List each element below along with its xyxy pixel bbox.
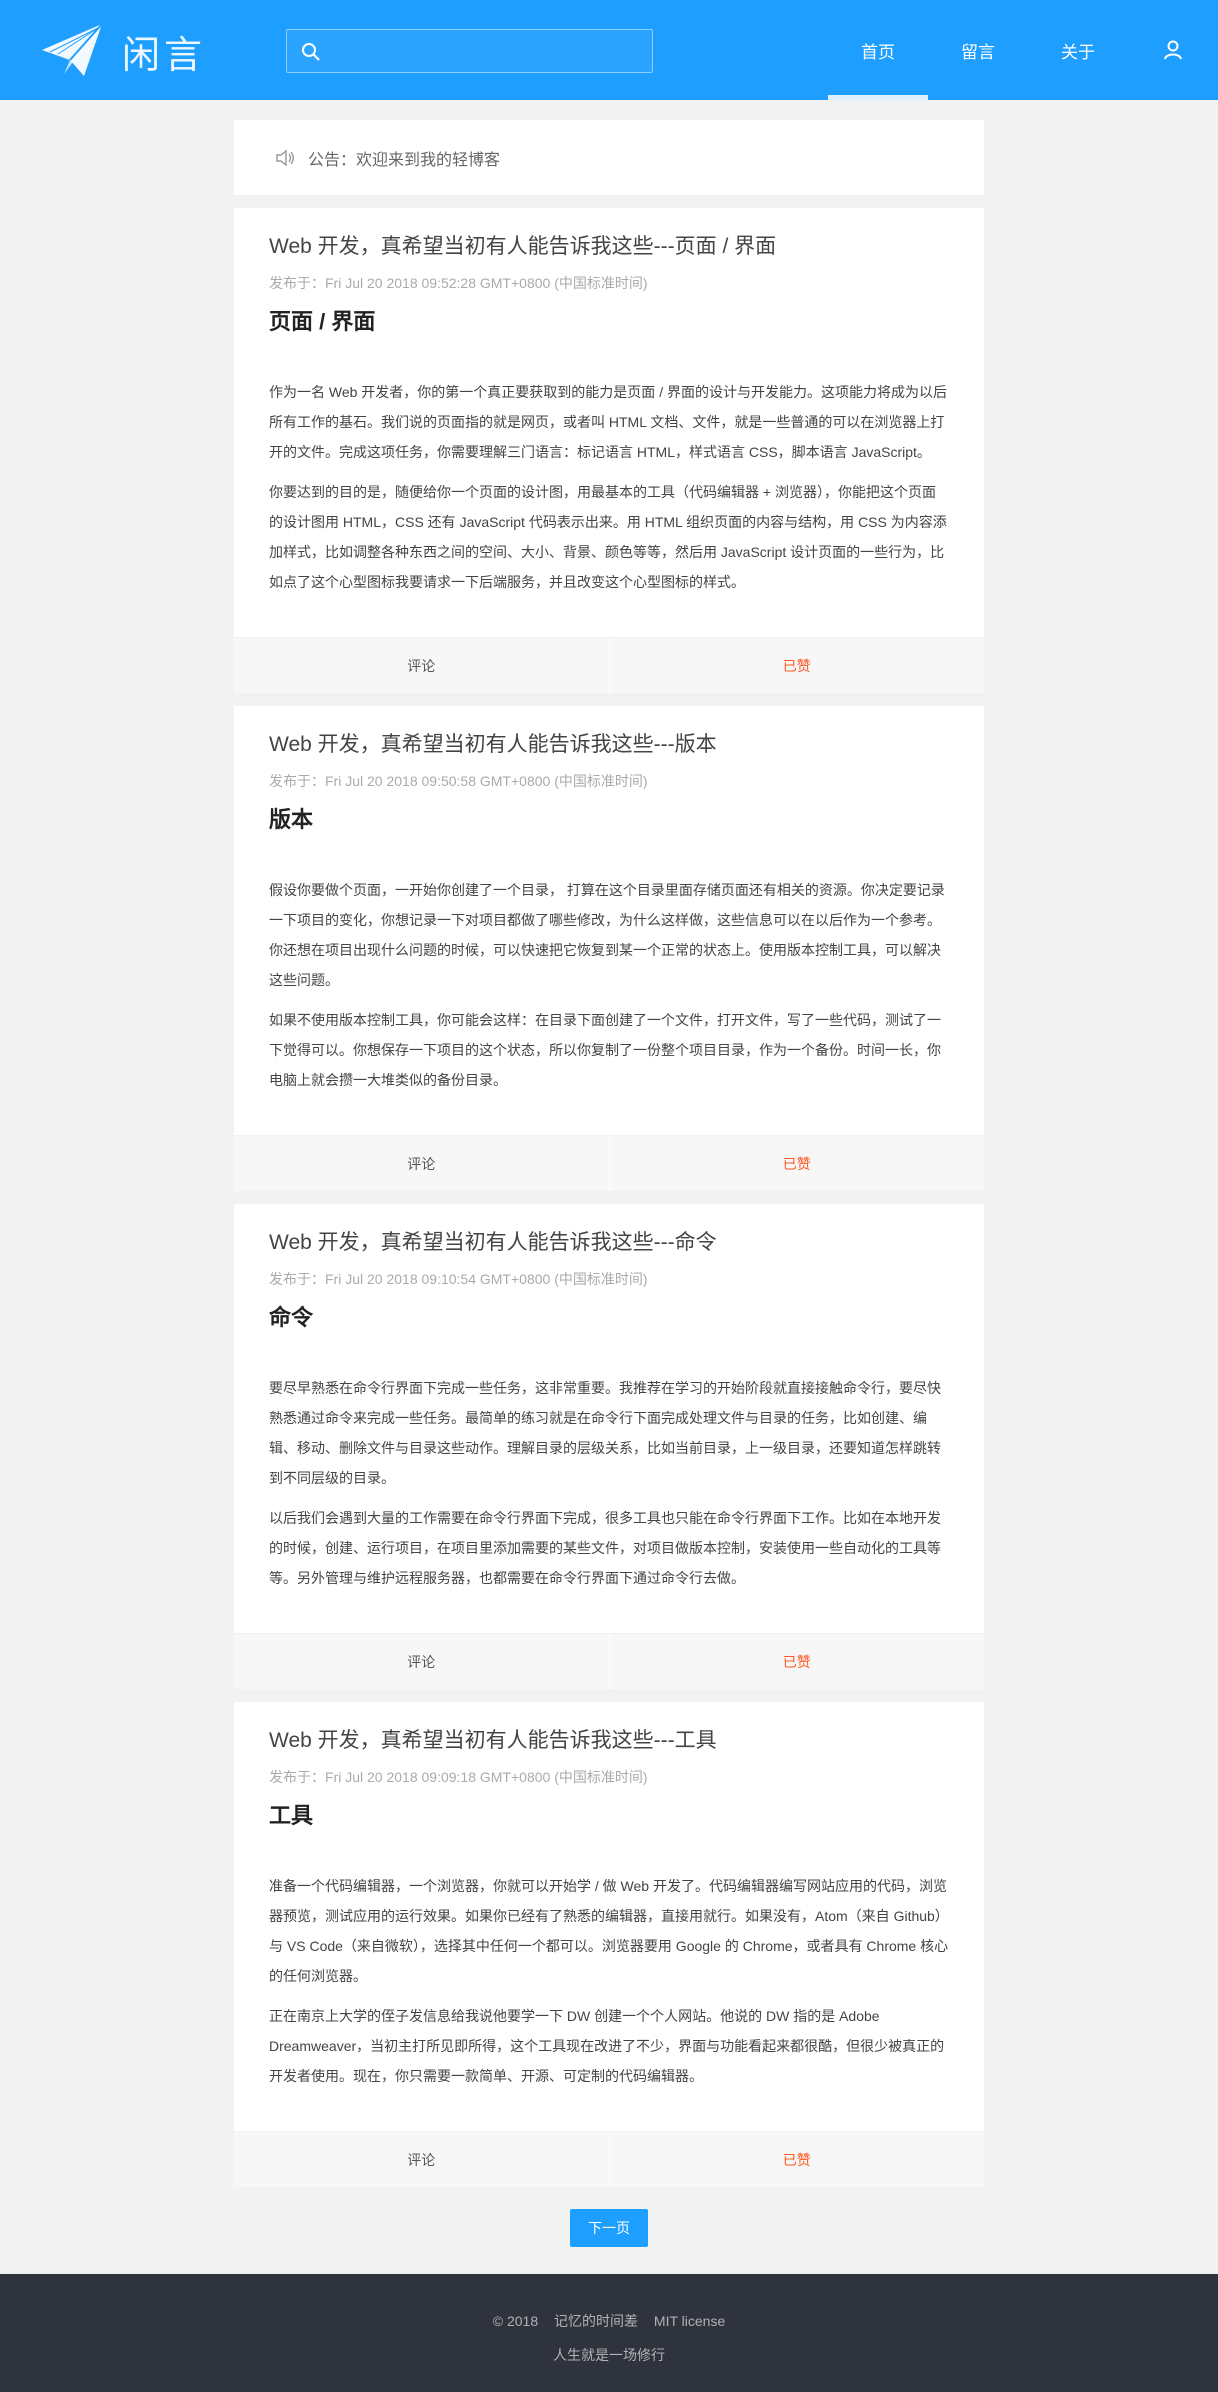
post-paragraph: 作为一名 Web 开发者，你的第一个真正要获取到的能力是页面 / 界面的设计与开…: [269, 384, 947, 460]
post-paragraph: 要尽早熟悉在命令行界面下完成一些任务，这非常重要。我推荐在学习的开始阶段就直接接…: [269, 1380, 941, 1486]
post-title[interactable]: Web 开发，真希望当初有人能告诉我这些---页面 / 界面: [269, 232, 949, 262]
post-paragraph: 正在南京上大学的侄子发信息给我说他要学一下 DW 创建一个个人网站。他说的 DW…: [269, 2008, 945, 2084]
post-meta: 发布于：Fri Jul 20 2018 09:10:54 GMT+0800 (中…: [269, 1271, 648, 1287]
footer-motto: 人生就是一场修行: [553, 2347, 665, 2363]
pagination: 下一页: [234, 2209, 984, 2247]
post-card: Web 开发，真希望当初有人能告诉我这些---版本 发布于：Fri Jul 20…: [234, 706, 984, 1191]
post-meta: 发布于：Fri Jul 20 2018 09:50:58 GMT+0800 (中…: [269, 773, 648, 789]
user-icon: [1164, 40, 1182, 60]
post-paragraph: 假设你要做个页面，一开始你创建了一个目录， 打算在这个目录里面存储页面还有相关的…: [269, 882, 945, 988]
comment-button[interactable]: 评论: [234, 1634, 609, 1689]
comment-button[interactable]: 评论: [234, 638, 609, 693]
site-link[interactable]: 记忆的时间差: [554, 2313, 638, 2329]
speaker-icon: [276, 149, 294, 166]
post-body: 假设你要做个页面，一开始你创建了一个目录， 打算在这个目录里面存储页面还有相关的…: [269, 875, 949, 1095]
post-heading: 工具: [269, 1803, 314, 1828]
nav-item-home[interactable]: 首页: [828, 0, 928, 100]
post-meta: 发布于：Fri Jul 20 2018 09:52:28 GMT+0800 (中…: [269, 275, 648, 291]
post-body: 作为一名 Web 开发者，你的第一个真正要获取到的能力是页面 / 界面的设计与开…: [269, 377, 949, 597]
comment-button[interactable]: 评论: [234, 2132, 609, 2187]
post-body: 准备一个代码编辑器，一个浏览器，你就可以开始学 / 做 Web 开发了。代码编辑…: [269, 1871, 949, 2091]
logo[interactable]: 闲言: [40, 22, 206, 80]
post-actions: 评论 已赞: [234, 2131, 984, 2187]
post-paragraph: 如果不使用版本控制工具，你可能会这样：在目录下面创建了一个文件，打开文件，写了一…: [269, 1012, 941, 1088]
next-page-button[interactable]: 下一页: [570, 2209, 648, 2247]
license-link[interactable]: MIT license: [654, 2313, 725, 2329]
post-heading: 版本: [269, 807, 314, 832]
post-title[interactable]: Web 开发，真希望当初有人能告诉我这些---版本: [269, 730, 949, 760]
post-title[interactable]: Web 开发，真希望当初有人能告诉我这些---命令: [269, 1228, 949, 1258]
nav-item-about[interactable]: 关于: [1028, 0, 1128, 100]
post-meta: 发布于：Fri Jul 20 2018 09:09:18 GMT+0800 (中…: [269, 1769, 648, 1785]
like-button[interactable]: 已赞: [608, 2132, 985, 2187]
search-box[interactable]: [286, 29, 653, 73]
post-card: Web 开发，真希望当初有人能告诉我这些---页面 / 界面 发布于：Fri J…: [234, 208, 984, 693]
post-actions: 评论 已赞: [234, 1633, 984, 1689]
main-content: 公告：欢迎来到我的轻博客 Web 开发，真希望当初有人能告诉我这些---页面 /…: [234, 120, 984, 2247]
notice-bar: 公告：欢迎来到我的轻博客: [234, 120, 984, 195]
post-actions: 评论 已赞: [234, 1135, 984, 1191]
like-button[interactable]: 已赞: [608, 1634, 985, 1689]
post-heading: 命令: [269, 1305, 314, 1330]
post-actions: 评论 已赞: [234, 637, 984, 693]
post-card: Web 开发，真希望当初有人能告诉我这些---命令 发布于：Fri Jul 20…: [234, 1204, 984, 1689]
nav-item-messages[interactable]: 留言: [928, 0, 1028, 100]
notice-text: 公告：欢迎来到我的轻博客: [308, 151, 501, 169]
like-button[interactable]: 已赞: [608, 1136, 985, 1191]
user-button[interactable]: [1128, 0, 1218, 100]
post-paragraph: 准备一个代码编辑器，一个浏览器，你就可以开始学 / 做 Web 开发了。代码编辑…: [269, 1878, 949, 1984]
post-card: Web 开发，真希望当初有人能告诉我这些---工具 发布于：Fri Jul 20…: [234, 1702, 984, 2187]
post-title[interactable]: Web 开发，真希望当初有人能告诉我这些---工具: [269, 1726, 949, 1756]
post-paragraph: 以后我们会遇到大量的工作需要在命令行界面下完成，很多工具也只能在命令行界面下工作…: [269, 1510, 941, 1586]
post-body: 要尽早熟悉在命令行界面下完成一些任务，这非常重要。我推荐在学习的开始阶段就直接接…: [269, 1373, 949, 1593]
comment-button[interactable]: 评论: [234, 1136, 609, 1191]
search-input[interactable]: [331, 30, 646, 72]
footer: © 2018 记忆的时间差 MIT license 人生就是一场修行: [0, 2274, 1218, 2392]
main-nav: 首页 留言 关于: [828, 0, 1218, 100]
footer-copyright: © 2018 记忆的时间差 MIT license: [0, 2311, 1218, 2331]
post-heading: 页面 / 界面: [269, 309, 376, 334]
logo-text: 闲言: [122, 32, 207, 77]
post-paragraph: 你要达到的目的是，随便给你一个页面的设计图，用最基本的工具（代码编辑器 + 浏览…: [269, 484, 947, 590]
search-icon: [302, 43, 320, 61]
copyright-year: © 2018: [492, 2313, 539, 2329]
like-button[interactable]: 已赞: [608, 638, 985, 693]
top-navbar: 闲言 首页 留言 关于: [0, 0, 1218, 100]
paper-plane-icon: [42, 23, 103, 76]
